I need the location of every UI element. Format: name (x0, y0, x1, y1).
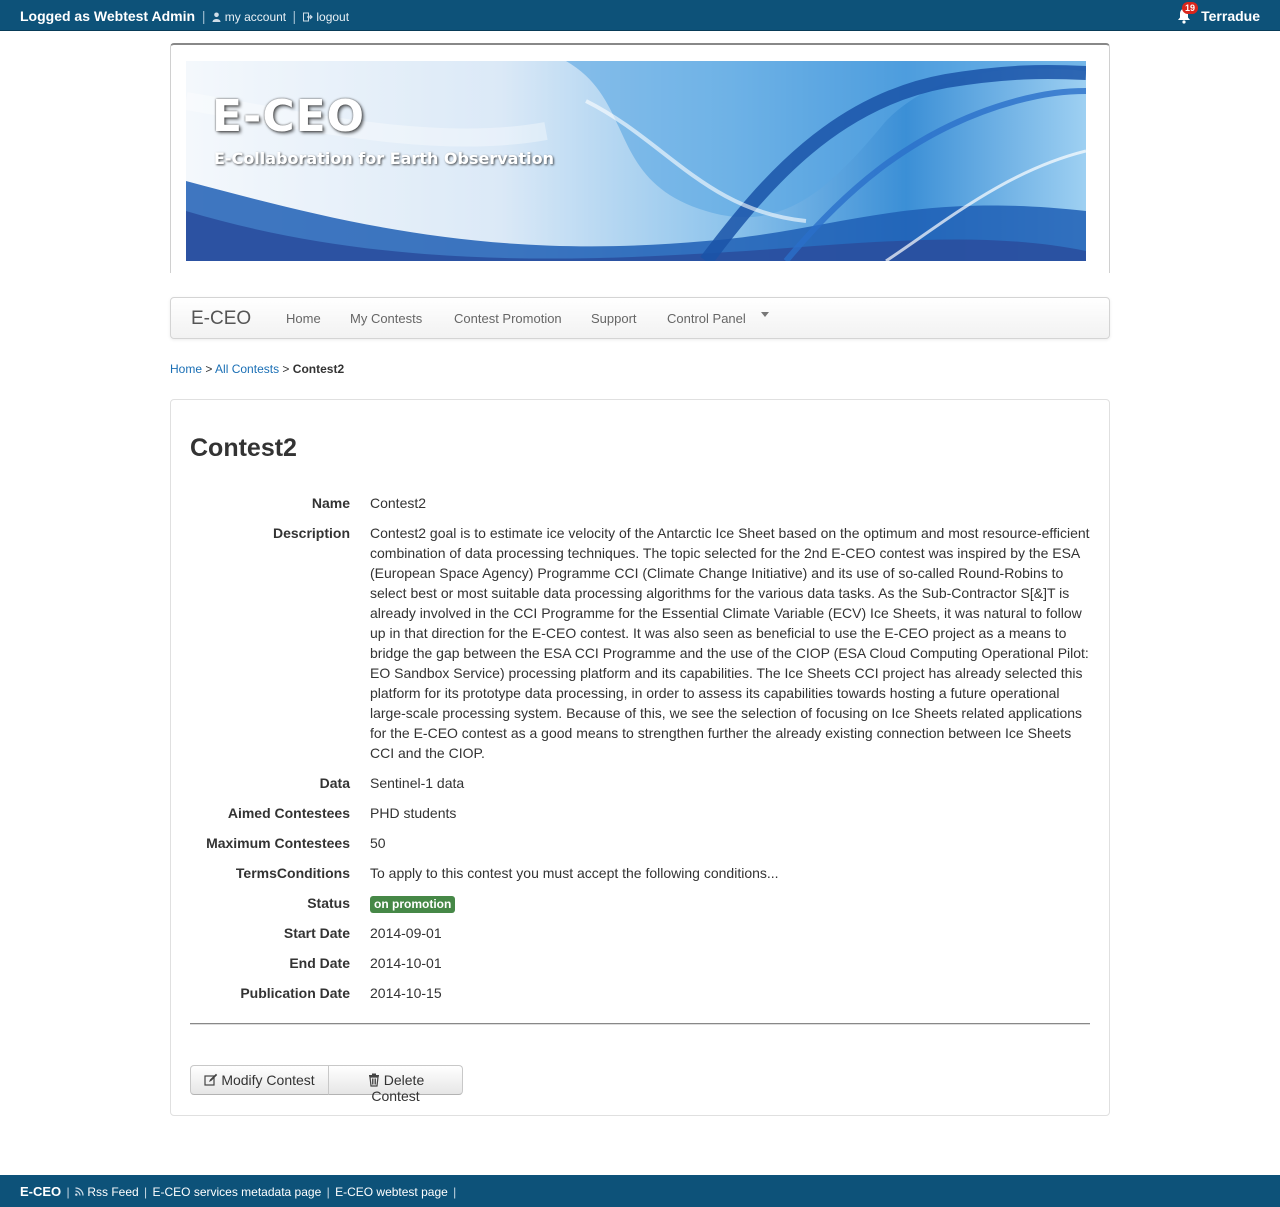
banner-subtitle: E-Collaboration for Earth Observation (214, 149, 554, 168)
nav-my-contests[interactable]: My Contests (350, 311, 422, 326)
logout-icon (303, 12, 313, 22)
trash-icon (368, 1073, 379, 1087)
delete-contest-button[interactable]: Delete Contest (328, 1065, 463, 1104)
logged-as-text: Logged as Webtest Admin (20, 8, 196, 24)
banner-image: E-CEO E-Collaboration for Earth Observat… (186, 61, 1086, 261)
value-status: on promotion (370, 893, 1090, 913)
edit-icon (204, 1073, 218, 1086)
caret-down-icon[interactable] (761, 312, 769, 317)
account-area: Logged as Webtest Admin | my account | l… (20, 8, 349, 24)
my-account-link[interactable]: my account (212, 10, 289, 24)
breadcrumb-home[interactable]: Home (170, 362, 202, 376)
footer-links: E-CEO | Rss Feed | E-CEO services metada… (20, 1184, 458, 1199)
nav-control-panel[interactable]: Control Panel (667, 311, 746, 326)
logout-label: logout (316, 10, 350, 24)
value-data: Sentinel-1 data (370, 775, 465, 791)
nav-home[interactable]: Home (286, 311, 321, 326)
my-account-label: my account (224, 10, 287, 24)
label-start-date: Start Date (283, 925, 350, 941)
breadcrumb-all-contests[interactable]: All Contests (215, 362, 279, 376)
separator: | (66, 1185, 70, 1199)
breadcrumb-separator: > (205, 362, 213, 376)
main-navbar: E-CEO Home My Contests Contest Promotion… (170, 297, 1110, 339)
label-name: Name (311, 495, 350, 511)
label-terms-conditions: TermsConditions (235, 865, 350, 881)
divider (190, 1023, 1090, 1025)
banner-title: E-CEO (212, 91, 366, 142)
separator: | (201, 8, 206, 24)
value-name: Contest2 (370, 495, 427, 511)
label-status: Status (307, 895, 350, 911)
breadcrumb-current: Contest2 (292, 362, 345, 376)
status-badge: on promotion (370, 896, 456, 913)
separator: | (144, 1185, 148, 1199)
org-name[interactable]: Terradue (1201, 8, 1260, 24)
user-icon (212, 12, 221, 22)
label-aimed-contestees: Aimed Contestees (227, 805, 350, 821)
logout-link[interactable]: logout (303, 10, 349, 24)
value-aimed-contestees: PHD students (370, 805, 457, 821)
footer-brand[interactable]: E-CEO (20, 1184, 61, 1199)
webtest-page-link[interactable]: E-CEO webtest page (335, 1185, 448, 1199)
label-data: Data (319, 775, 350, 791)
separator: | (326, 1185, 330, 1199)
nav-contest-promotion[interactable]: Contest Promotion (454, 311, 562, 326)
breadcrumb: Home > All Contests > Contest2 (170, 362, 344, 376)
value-end-date: 2014-10-01 (370, 955, 442, 971)
navbar-brand[interactable]: E-CEO (191, 308, 251, 330)
value-terms-conditions: To apply to this contest you must accept… (370, 865, 779, 881)
label-description: Description (272, 525, 350, 541)
label-maximum-contestees: Maximum Contestees (206, 835, 350, 851)
metadata-page-link[interactable]: E-CEO services metadata page (153, 1185, 322, 1199)
value-maximum-contestees: 50 (370, 835, 386, 851)
modify-contest-label: Modify Contest (221, 1072, 315, 1088)
top-bar: Logged as Webtest Admin | my account | l… (0, 0, 1280, 31)
rss-icon (75, 1187, 84, 1196)
footer: E-CEO | Rss Feed | E-CEO services metada… (0, 1175, 1280, 1207)
value-start-date: 2014-09-01 (370, 925, 442, 941)
value-publication-date: 2014-10-15 (370, 985, 442, 1001)
page-title: Contest2 (190, 434, 297, 462)
modify-contest-button[interactable]: Modify Contest (190, 1065, 329, 1095)
separator: | (453, 1185, 457, 1199)
breadcrumb-separator: > (282, 362, 290, 376)
rss-feed-label: Rss Feed (87, 1185, 139, 1199)
label-publication-date: Publication Date (240, 985, 350, 1001)
nav-support[interactable]: Support (591, 311, 637, 326)
value-description: Contest2 goal is to estimate ice velocit… (370, 525, 1090, 761)
rss-feed-link[interactable]: Rss Feed (75, 1185, 142, 1199)
label-end-date: End Date (289, 955, 350, 971)
separator: | (292, 8, 297, 24)
notification-count-badge: 19 (1181, 2, 1198, 14)
